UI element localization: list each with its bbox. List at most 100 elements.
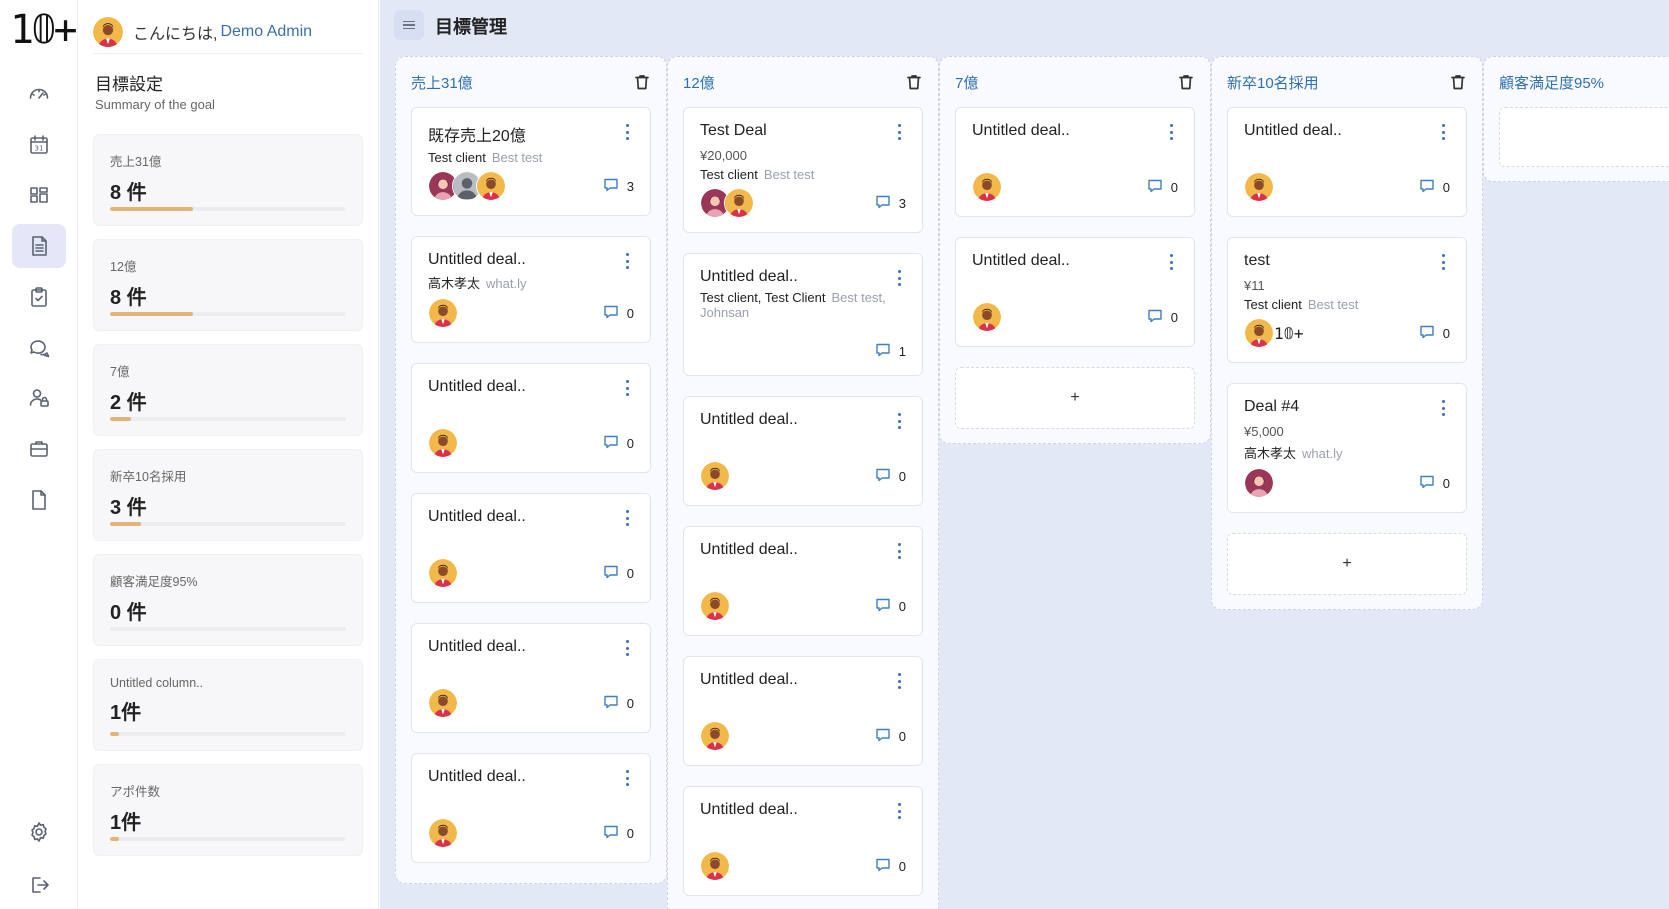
assignee-avatar[interactable]: [1244, 318, 1274, 348]
comment-count[interactable]: 0: [603, 304, 634, 323]
assignee-avatar[interactable]: [428, 818, 458, 848]
app-logo[interactable]: 1𝟘+: [10, 10, 78, 50]
more-options-icon[interactable]: [894, 413, 904, 429]
more-options-icon[interactable]: [622, 124, 632, 140]
goals-document-icon[interactable]: [12, 224, 66, 268]
comment-count[interactable]: 0: [603, 824, 634, 843]
goal-card[interactable]: 7億 2 件: [93, 344, 363, 436]
more-options-icon[interactable]: [622, 380, 632, 396]
more-options-icon[interactable]: [894, 124, 904, 140]
deal-card[interactable]: test ¥11 Test client Best test 1𝟘+ 0: [1227, 237, 1467, 363]
user-lock-icon[interactable]: [12, 376, 66, 420]
more-options-icon[interactable]: [1166, 124, 1176, 140]
comment-count[interactable]: 1: [875, 342, 906, 361]
file-icon[interactable]: [12, 478, 66, 522]
deal-card[interactable]: Untitled deal.. 0: [683, 526, 923, 636]
assignee-avatar[interactable]: [428, 428, 458, 458]
more-options-icon[interactable]: [1166, 254, 1176, 270]
deal-card[interactable]: Untitled deal.. 0: [1227, 107, 1467, 217]
greeting-user[interactable]: Demo Admin: [220, 23, 312, 41]
more-options-icon[interactable]: [1438, 400, 1448, 416]
user-avatar[interactable]: [93, 16, 123, 47]
logout-icon[interactable]: [12, 863, 66, 907]
assignee-avatar[interactable]: [700, 721, 730, 751]
chat-icon[interactable]: [12, 326, 66, 370]
goal-card[interactable]: 12億 8 件: [93, 239, 363, 331]
add-deal-button[interactable]: +: [955, 367, 1195, 429]
assignee-avatar[interactable]: [700, 591, 730, 621]
deal-card[interactable]: Untitled deal.. Test client, Test Client B…: [683, 253, 923, 376]
assignee-avatar[interactable]: [428, 558, 458, 588]
deal-card[interactable]: Untitled deal.. 0: [411, 363, 651, 473]
deal-card[interactable]: Untitled deal.. 0: [683, 656, 923, 766]
more-options-icon[interactable]: [894, 803, 904, 819]
menu-toggle-button[interactable]: [394, 10, 424, 40]
assignee-avatar[interactable]: [476, 171, 506, 201]
goal-card[interactable]: アポ件数 1件: [93, 764, 363, 856]
assignee-avatar[interactable]: [700, 461, 730, 491]
column-title[interactable]: 7億: [955, 72, 978, 93]
goal-card[interactable]: 新卒10名採用 3 件: [93, 449, 363, 541]
dashboard-icon[interactable]: [12, 72, 66, 116]
assignee-avatar[interactable]: [1244, 172, 1274, 202]
more-options-icon[interactable]: [1438, 254, 1448, 270]
more-options-icon[interactable]: [622, 253, 632, 269]
goal-card[interactable]: 売上31億 8 件: [93, 134, 363, 226]
assignee-avatar[interactable]: [972, 302, 1002, 332]
comment-count[interactable]: 0: [875, 597, 906, 616]
add-deal-button[interactable]: +: [1227, 533, 1467, 595]
comment-count[interactable]: 0: [875, 857, 906, 876]
more-options-icon[interactable]: [894, 270, 904, 286]
assignee-avatar[interactable]: [724, 188, 754, 218]
column-title[interactable]: 売上31億: [411, 72, 473, 93]
deal-card[interactable]: Untitled deal.. 0: [683, 786, 923, 896]
goal-card[interactable]: 顧客満足度95% 0 件: [93, 554, 363, 646]
trash-icon[interactable]: [1449, 73, 1467, 91]
column-title[interactable]: 12億: [683, 72, 715, 93]
column-title[interactable]: 新卒10名採用: [1227, 72, 1319, 93]
trash-icon[interactable]: [905, 73, 923, 91]
more-options-icon[interactable]: [622, 770, 632, 786]
deal-card[interactable]: 既存売上20億 Test client Best test 3: [411, 107, 651, 216]
more-options-icon[interactable]: [622, 640, 632, 656]
deal-card[interactable]: Untitled deal.. 高木孝太 what.ly 0: [411, 236, 651, 343]
more-options-icon[interactable]: [894, 673, 904, 689]
deal-card[interactable]: Untitled deal.. 0: [411, 753, 651, 863]
trash-icon[interactable]: [633, 73, 651, 91]
more-options-icon[interactable]: [1438, 124, 1448, 140]
comment-count[interactable]: 0: [1419, 178, 1450, 197]
comment-count[interactable]: 0: [1419, 324, 1450, 343]
comment-count[interactable]: 0: [603, 434, 634, 453]
calendar-icon[interactable]: 31: [12, 123, 66, 167]
column-title[interactable]: 顧客満足度95%: [1499, 72, 1604, 93]
comment-count[interactable]: 3: [603, 177, 634, 196]
deal-card[interactable]: Test Deal ¥20,000 Test client Best test 3: [683, 107, 923, 233]
deal-card[interactable]: Untitled deal.. 0: [411, 623, 651, 733]
deal-card[interactable]: Untitled deal.. 0: [955, 107, 1195, 217]
assignee-avatar[interactable]: [972, 172, 1002, 202]
comment-count[interactable]: 0: [875, 467, 906, 486]
deal-card[interactable]: Untitled deal.. 0: [411, 493, 651, 603]
comment-count[interactable]: 0: [1147, 308, 1178, 327]
deal-card[interactable]: Untitled deal.. 0: [955, 237, 1195, 347]
empty-deal-slot[interactable]: [1499, 107, 1669, 167]
checklist-icon[interactable]: [12, 275, 66, 319]
deal-card[interactable]: Deal #4 ¥5,000 高木孝太 what.ly 0: [1227, 383, 1467, 513]
assignee-avatar[interactable]: [700, 851, 730, 881]
assignee-avatar[interactable]: [1244, 468, 1274, 498]
assignee-avatar[interactable]: [428, 298, 458, 328]
goal-card[interactable]: Untitled column.. 1件: [93, 659, 363, 751]
more-options-icon[interactable]: [894, 543, 904, 559]
deal-card[interactable]: Untitled deal.. 0: [683, 396, 923, 506]
comment-count[interactable]: 0: [875, 727, 906, 746]
settings-icon[interactable]: [12, 810, 66, 854]
comment-count[interactable]: 0: [603, 694, 634, 713]
comment-count[interactable]: 0: [1147, 178, 1178, 197]
trash-icon[interactable]: [1177, 73, 1195, 91]
comment-count[interactable]: 3: [875, 194, 906, 213]
assignee-avatar[interactable]: [428, 688, 458, 718]
board-icon[interactable]: [12, 173, 66, 217]
briefcase-icon[interactable]: [12, 427, 66, 471]
comment-count[interactable]: 0: [1419, 474, 1450, 493]
more-options-icon[interactable]: [622, 510, 632, 526]
